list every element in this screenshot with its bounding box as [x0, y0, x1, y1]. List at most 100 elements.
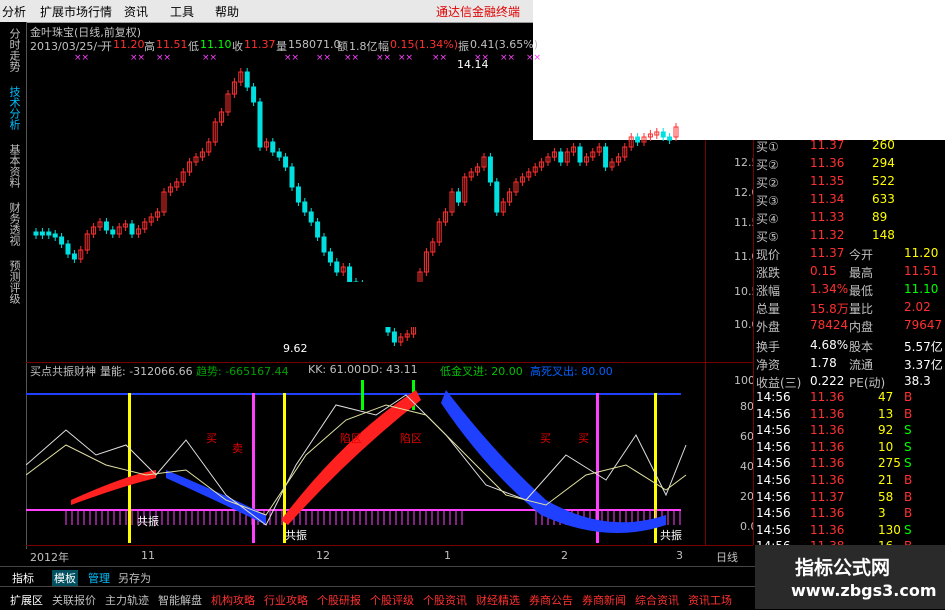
stat-label: 量比	[849, 302, 874, 316]
tick-side: S	[904, 456, 912, 471]
quote-row: 买① 11.37 260	[754, 138, 945, 156]
tick-price: 11.36	[810, 473, 845, 487]
candle	[308, 211, 314, 223]
candle	[667, 136, 673, 141]
tick-price: 11.36	[810, 506, 845, 521]
stat-value: 11.10	[904, 282, 939, 296]
marker: ××	[526, 53, 541, 63]
tab-manage[interactable]: 管理	[88, 570, 110, 586]
low-value: 11.10	[200, 38, 232, 51]
tab-finance[interactable]: 财务透视	[2, 202, 22, 246]
stat-label: 现价	[756, 248, 781, 262]
menu-ext-market[interactable]: 扩展市场行情	[40, 3, 112, 20]
candle	[334, 261, 340, 273]
nav-0[interactable]: 扩展区	[10, 592, 43, 608]
candle	[487, 156, 493, 183]
bid-price: 11.33	[810, 210, 845, 224]
tick-vol: 130	[878, 522, 901, 537]
nav-1[interactable]: 关联报价	[52, 592, 96, 608]
candle	[347, 266, 353, 283]
tab-forecast[interactable]: 预测评级	[2, 260, 22, 304]
quote-row: 换手 4.68% 股本 5.57亿	[754, 338, 945, 356]
tick-side: S	[904, 522, 912, 537]
tick-vol: 275	[878, 456, 901, 471]
tick-price: 11.36	[810, 439, 845, 454]
menu-tools[interactable]: 工具	[170, 3, 194, 20]
tick-price: 11.36	[810, 390, 845, 404]
menu-news[interactable]: 资讯	[124, 3, 148, 20]
menu-help[interactable]: 帮助	[215, 3, 239, 20]
tick-time: 14:56	[756, 489, 791, 504]
nav-11[interactable]: 券商新闻	[582, 592, 626, 608]
nav-5[interactable]: 行业攻略	[264, 592, 308, 608]
quote-row: 外盘 78424 内盘 79647	[754, 318, 945, 336]
stat-value: 78424	[810, 318, 849, 332]
tick-time: 14:56	[756, 423, 791, 438]
time-tick: 12	[316, 549, 330, 562]
menu-analysis[interactable]: 分析	[2, 3, 26, 20]
tab-basic-info[interactable]: 基本资料	[2, 144, 22, 188]
bottom-nav: 扩展区 关联报价 主力轨迹 智能解盘 机构攻略 行业攻略 个股研报 个股评级 个股资讯 财经精选券…	[0, 586, 755, 610]
tick-vol: 10	[878, 439, 894, 454]
label-buy-2: 买	[540, 432, 551, 445]
time-tick: 2012年	[30, 551, 69, 564]
indicator-chart[interactable]	[26, 375, 706, 545]
label-buy: 买	[206, 432, 217, 445]
nav-10[interactable]: 券商公告	[529, 592, 573, 608]
stat-label: 收益(三)	[756, 376, 802, 390]
nav-2[interactable]: 主力轨迹	[105, 592, 149, 608]
bid-label: 买②	[756, 176, 779, 190]
tab-indicator[interactable]: 指标	[12, 570, 34, 586]
stat-label: PE(动)	[849, 376, 886, 390]
tick-time: 14:56	[756, 439, 791, 454]
tick-time: 14:56	[756, 406, 791, 421]
watermark-url: www.zbgs3.com	[791, 581, 937, 600]
tick-time: 14:56	[756, 473, 791, 487]
menu-bar: 分析 扩展市场行情 资讯 工具 帮助 通达信金融终端	[0, 0, 533, 23]
tick-side: S	[904, 423, 912, 438]
candle	[257, 101, 263, 148]
marker: ××	[156, 53, 171, 63]
quote-row: 14:56 11.37 58 B	[754, 490, 945, 508]
tick-time: 14:56	[756, 522, 791, 537]
bid-vol: 260	[872, 138, 895, 152]
tab-tech-analysis[interactable]: 技术分析	[2, 86, 22, 130]
stat-value: 0.15	[810, 264, 837, 278]
stat-value: 1.34%	[810, 282, 849, 296]
marker: ××	[344, 53, 359, 63]
bid-label: 买①	[756, 140, 779, 154]
quote-row: 14:56 11.36 21 B	[754, 473, 945, 491]
nav-8[interactable]: 个股资讯	[423, 592, 467, 608]
close-value: 11.37	[244, 38, 276, 51]
label-buy-3: 买	[578, 432, 589, 445]
nav-3[interactable]: 智能解盘	[158, 592, 202, 608]
nav-7[interactable]: 个股评级	[370, 592, 414, 608]
tick-side: B	[904, 473, 913, 487]
marker: ××	[74, 53, 89, 63]
tab-timeshare[interactable]: 分时走势	[2, 28, 22, 72]
watermark: 指标公式网 www.zbgs3.com	[755, 545, 945, 609]
tab-saveas[interactable]: 另存为	[118, 570, 151, 586]
tick-side: B	[904, 489, 913, 504]
nav-6[interactable]: 个股研报	[317, 592, 361, 608]
candle	[391, 331, 397, 343]
quote-row: 涨幅 1.34% 最低 11.10	[754, 282, 945, 300]
candle	[33, 231, 39, 236]
tab-template[interactable]: 模板	[52, 570, 78, 586]
stat-value: 38.3	[904, 374, 931, 388]
tick-price: 11.36	[810, 423, 845, 438]
nav-13[interactable]: 资讯工场	[688, 592, 732, 608]
stat-label: 涨幅	[756, 284, 781, 298]
nav-9[interactable]: 财经精选	[476, 592, 520, 608]
candle	[270, 141, 276, 153]
stat-value: 2.02	[904, 300, 931, 314]
pct-value: 0.15(1.34%)	[390, 38, 459, 51]
masked-area	[280, 282, 672, 327]
tick-vol: 58	[878, 489, 894, 504]
stat-label: 涨跌	[756, 266, 781, 280]
stat-value: 11.51	[904, 264, 939, 278]
marker: ××	[376, 53, 391, 63]
candle	[327, 251, 333, 263]
nav-12[interactable]: 综合资讯	[635, 592, 679, 608]
nav-4[interactable]: 机构攻略	[211, 592, 255, 608]
